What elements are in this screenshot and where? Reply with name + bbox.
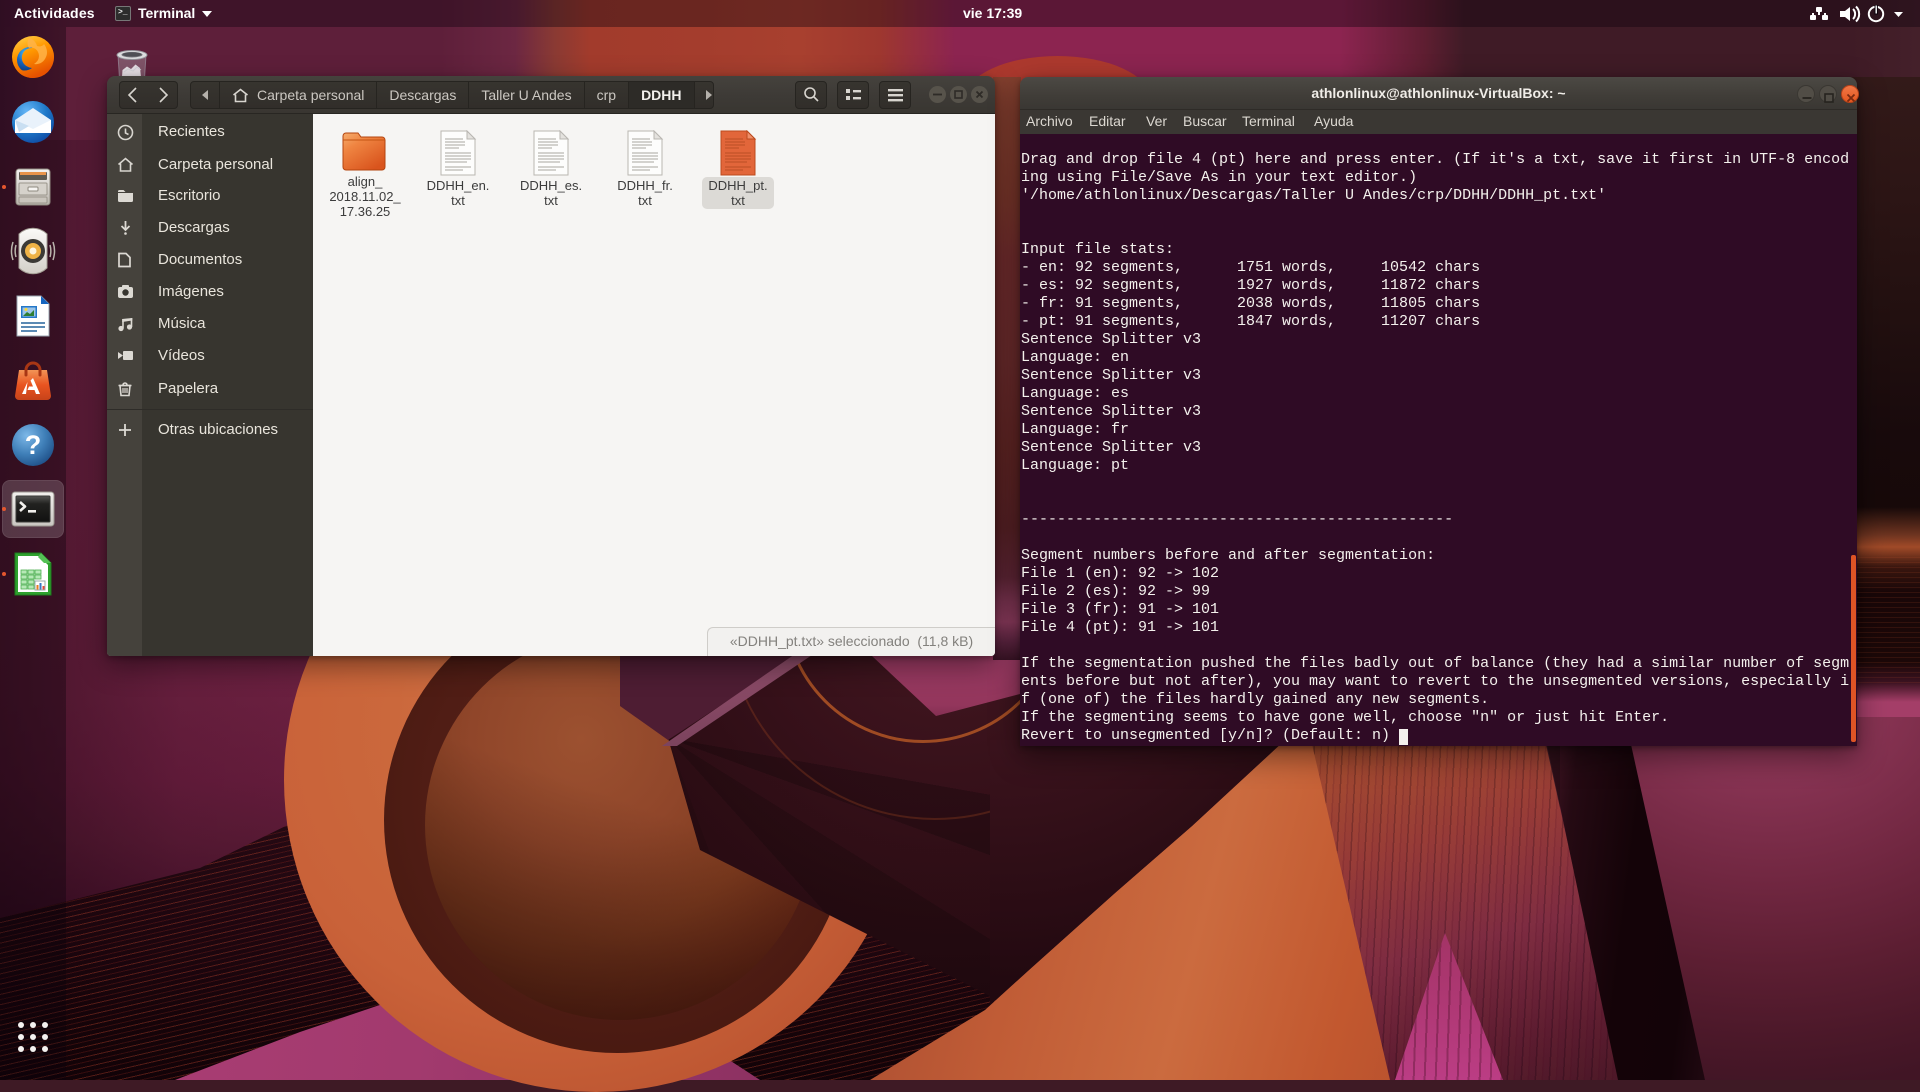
svg-text:?: ? [25, 430, 42, 460]
